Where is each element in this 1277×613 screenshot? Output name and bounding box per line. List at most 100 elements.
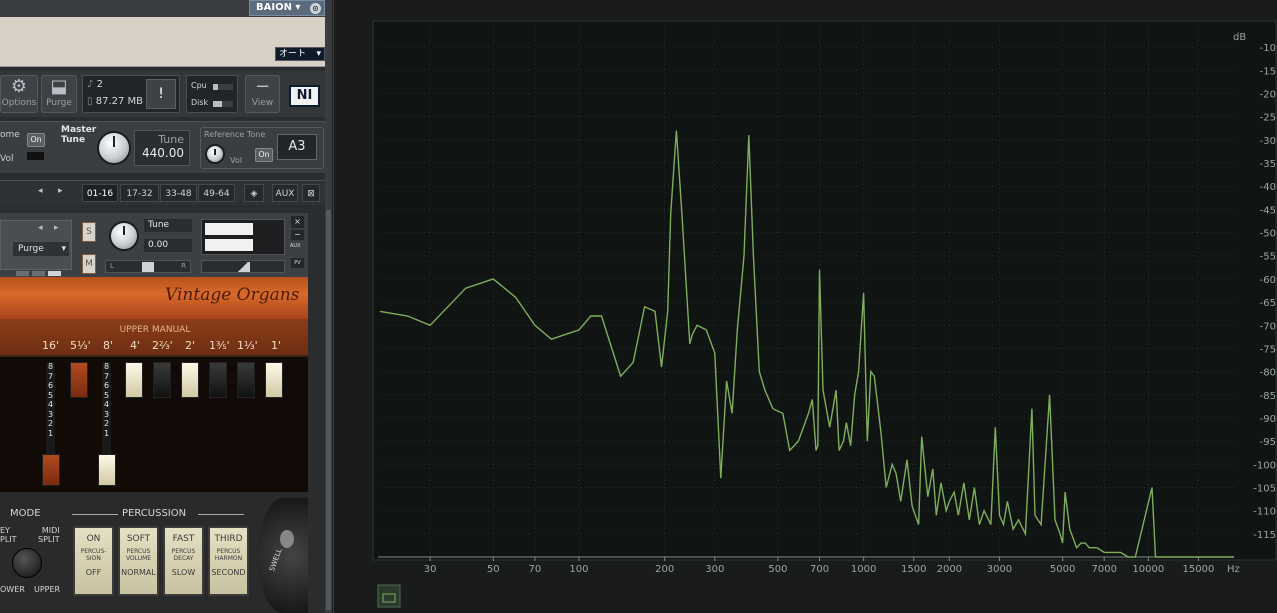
reference-note-display[interactable]: A3 [277, 134, 317, 160]
footage-label: 2' [185, 339, 196, 352]
mute-button[interactable]: M [82, 254, 96, 274]
cpu-label: Cpu [191, 81, 207, 90]
purge-icon: ⬓ [50, 76, 68, 97]
aux-small-label[interactable]: AUX [290, 243, 301, 249]
solo-button[interactable]: S [82, 222, 96, 242]
x-tick-label: 3000 [987, 564, 1012, 575]
level-left [205, 223, 253, 235]
minimize-instrument-icon[interactable]: − [291, 230, 304, 240]
drawbar-1-1-3[interactable] [237, 362, 255, 398]
y-tick-label: -35 [1260, 159, 1276, 170]
rack-view-icon[interactable]: ◈ [244, 184, 264, 202]
drawbar-scale: 87654321 [102, 362, 111, 454]
reference-on-button[interactable]: On [255, 148, 273, 162]
mute-label: M [85, 259, 93, 269]
footage-label: 4' [130, 339, 141, 352]
drawbar-1[interactable] [265, 362, 283, 398]
reference-volume-knob[interactable] [205, 144, 225, 164]
percussion-decay-switch[interactable]: FAST PERCUS DECAY SLOW [163, 526, 204, 596]
drawbar-16[interactable] [42, 454, 60, 486]
instrument-tune-value[interactable]: 0.00 [144, 239, 192, 252]
reference-on-label: On [258, 150, 270, 159]
aux-label: AUX [275, 189, 295, 199]
y-tick-label: -90 [1260, 414, 1276, 425]
next-arrow-icon[interactable]: ▸ [58, 186, 63, 196]
drawbar-5-1-3[interactable] [70, 362, 88, 398]
output-level-meter [201, 219, 285, 255]
drawbar-8[interactable] [98, 454, 116, 486]
rack-page-tab[interactable]: 01-16 [82, 184, 118, 202]
memory-value: 87.27 MB [95, 96, 143, 107]
y-tick-label: -10 [1260, 43, 1276, 54]
rack-page-label: 01-16 [86, 189, 114, 199]
switch-top: FAST [172, 534, 195, 544]
next-arrow-icon[interactable]: ▸ [54, 223, 59, 233]
instrument-tune-knob[interactable] [109, 221, 139, 251]
purge-button[interactable]: ⬓ Purge [41, 75, 77, 113]
scale-number: 8 [103, 362, 110, 371]
metronome-led [27, 152, 44, 160]
aux-button[interactable]: AUX [272, 184, 298, 202]
prev-arrow-icon[interactable]: ◂ [38, 223, 43, 233]
close-rack-icon[interactable]: ⊠ [302, 184, 320, 202]
switch-mid: PERCUS HARMON [214, 548, 243, 562]
drawbar-4[interactable] [125, 362, 143, 398]
drawbar-1-3-5[interactable] [209, 362, 227, 398]
view-button[interactable]: − View [245, 75, 280, 113]
instrument-menu-button[interactable]: BAION ▾ ⊙ [249, 0, 325, 16]
switch-top: SOFT [126, 534, 151, 544]
master-tune-display[interactable]: Tune 440.00 [134, 130, 190, 166]
scale-number: 7 [103, 371, 110, 381]
reference-vol-label: Vol [230, 156, 242, 165]
prev-arrow-icon[interactable]: ◂ [38, 186, 43, 196]
x-tick-label: 5000 [1050, 564, 1075, 575]
scrollbar-thumb[interactable] [326, 210, 331, 610]
y-tick-label: -85 [1260, 391, 1276, 402]
settings-circle-icon[interactable]: ⊙ [310, 3, 321, 14]
pan-handle[interactable] [142, 262, 154, 272]
drawbar-2-2-3[interactable] [153, 362, 171, 398]
master-tune-knob[interactable] [97, 131, 131, 165]
pan-slider[interactable]: L R [105, 260, 191, 273]
y-tick-label: -20 [1260, 90, 1276, 101]
pv-button[interactable]: PV [291, 258, 304, 268]
rack-page-tab[interactable]: 49-64 [198, 184, 235, 202]
mode-dropdown[interactable]: オート ▾ [275, 47, 325, 61]
y-tick-label: -75 [1260, 344, 1276, 355]
analyzer-menu-icon[interactable] [377, 584, 401, 608]
metronome-on-label: On [30, 135, 42, 144]
panel-scrollbar[interactable] [325, 0, 332, 613]
swell-knob[interactable] [280, 530, 294, 548]
percussion-harmonic-switch[interactable]: THIRD PERCUS HARMON SECOND [208, 526, 249, 596]
metronome-on-button[interactable]: On [27, 133, 45, 147]
y-tick-label: -40 [1260, 182, 1276, 193]
divider [72, 514, 118, 515]
cpu-meter [213, 84, 233, 90]
spectrum-analyzer: 30 50 70 100 200 300 500 700 1000 1500 2000 3000 500… [333, 0, 1277, 613]
disk-meter-fill [213, 101, 222, 107]
volume-handle[interactable] [236, 262, 250, 272]
drawbar-2[interactable] [181, 362, 199, 398]
x-tick-label: 1000 [851, 564, 876, 575]
volume-slider[interactable] [201, 260, 285, 273]
voices-readout: ♪ 2 [87, 79, 103, 90]
rack-page-tab[interactable]: 33-48 [160, 184, 197, 202]
scale-number: 6 [103, 381, 110, 390]
x-axis-unit-label: Hz [1227, 564, 1240, 575]
percussion-on-switch[interactable]: ON PERCUS- SION OFF [73, 526, 114, 596]
options-button[interactable]: ⚙ Options [0, 75, 38, 113]
y-tick-label: -110 [1253, 507, 1276, 518]
upper-label: UPPER [34, 585, 61, 594]
disk-meter [213, 101, 233, 107]
mode-selector-knob[interactable] [12, 548, 42, 578]
swell-pedal[interactable]: SWELL [258, 498, 308, 613]
instrument-tune-label: Tune [144, 219, 192, 232]
close-instrument-icon[interactable]: × [291, 216, 304, 228]
tune-title: Tune [158, 133, 184, 146]
purge-dropdown[interactable]: Purge ▾ [13, 242, 69, 256]
alert-button[interactable]: ! [146, 79, 176, 109]
rack-page-tab[interactable]: 17-32 [120, 184, 159, 202]
percussion-volume-switch[interactable]: SOFT PERCUS VOLUME NORMAL [118, 526, 159, 596]
rack-page-label: 33-48 [165, 189, 192, 199]
mode-label: MODE [10, 508, 41, 519]
